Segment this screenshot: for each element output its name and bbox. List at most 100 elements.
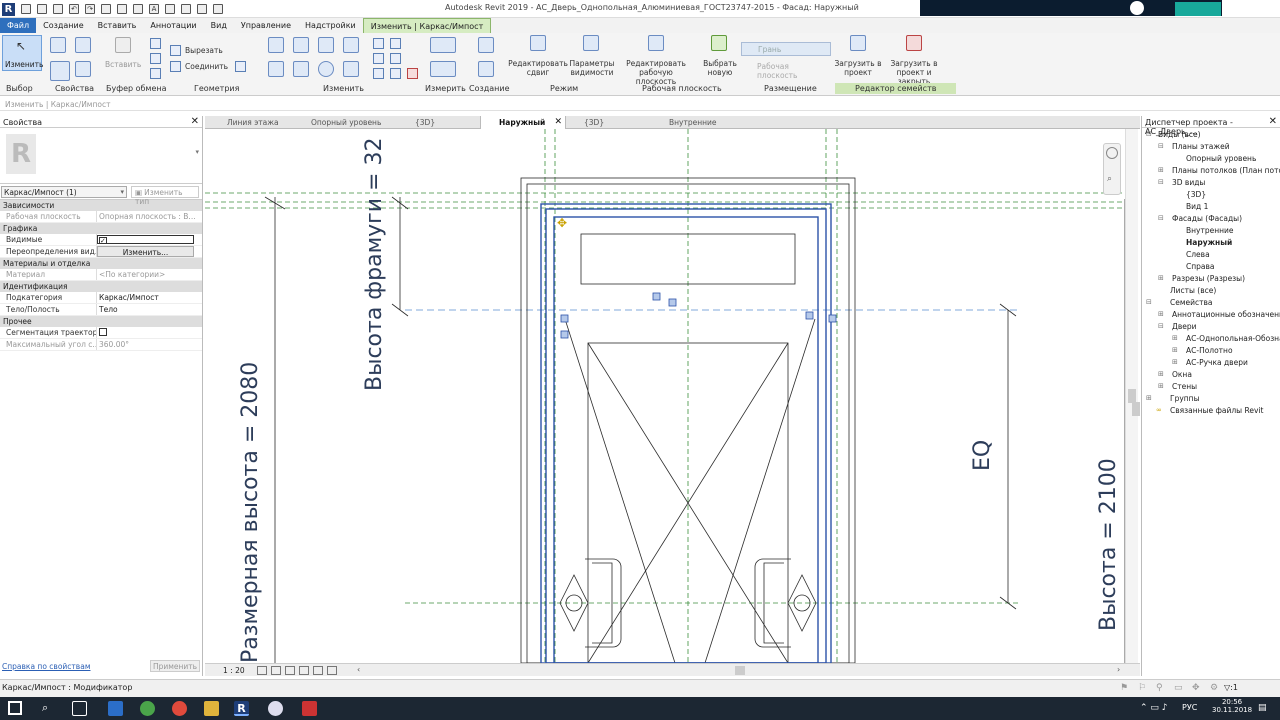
view-tab-3d-2[interactable]: {3D} <box>566 116 652 129</box>
detail-level-icon[interactable] <box>257 666 267 675</box>
apply-button[interactable]: Применить <box>150 660 200 672</box>
section-identity[interactable]: Идентификация <box>0 281 202 292</box>
edit-type-button[interactable]: ▣ Изменить тип <box>131 186 199 206</box>
align-icon[interactable] <box>268 37 284 53</box>
paste-button[interactable]: Вставить <box>105 60 141 69</box>
tree-item-walls[interactable]: Стены <box>1172 382 1197 391</box>
tab-addins[interactable]: Надстройки <box>298 18 363 33</box>
undo-icon[interactable]: ↶ <box>69 4 79 14</box>
tree-item-right[interactable]: Справа <box>1186 262 1215 271</box>
tree-item-annotation-symbols[interactable]: Аннотационные обозначени... <box>1172 310 1280 319</box>
expand-icon[interactable]: ⊞ <box>1172 358 1178 366</box>
section-materials[interactable]: Материалы и отделка <box>0 258 202 269</box>
dim-label-transom[interactable]: Высота фрамуги = 32 <box>362 138 387 391</box>
drawing-canvas[interactable]: ✥ Высота фрамуги = 32 Размерная высота =… <box>205 129 1140 663</box>
create-similar-icon[interactable] <box>478 37 494 53</box>
visible-checkbox-cell[interactable]: ✓ <box>97 235 194 244</box>
copy-move-icon[interactable] <box>293 61 309 77</box>
filter-count[interactable]: ▽:1 <box>1224 683 1238 692</box>
expand-icon[interactable]: ⊞ <box>1158 382 1164 390</box>
zoom-icon[interactable]: ⌕ <box>1107 174 1112 184</box>
expand-icon[interactable]: ⊞ <box>1172 334 1178 342</box>
dimension-icon[interactable] <box>133 4 143 14</box>
face-button[interactable]: Грань <box>741 42 831 56</box>
load-and-close-button[interactable]: Загрузить в проект и закрыть <box>880 59 948 86</box>
scroll-right-icon[interactable]: › <box>1117 665 1120 674</box>
family-types-icon[interactable] <box>75 37 91 53</box>
tab-insert[interactable]: Вставить <box>91 18 144 33</box>
search-icon[interactable]: ⌕ <box>42 701 57 716</box>
create-group-icon[interactable] <box>478 61 494 77</box>
tree-item-view1[interactable]: Вид 1 <box>1186 202 1208 211</box>
offset-icon[interactable] <box>293 37 309 53</box>
close-icon[interactable]: ✕ <box>191 116 199 127</box>
load-into-project-button[interactable]: Загрузить в проект <box>834 59 882 77</box>
scrollbar-thumb[interactable] <box>1128 389 1136 403</box>
tree-item-sheets[interactable]: Листы (все) <box>1170 286 1216 295</box>
tab-modify-mullion[interactable]: Изменить | Каркас/Импост <box>362 18 492 33</box>
tab-file[interactable]: Файл <box>0 18 37 33</box>
trim-icon[interactable] <box>343 61 359 77</box>
shadows-icon[interactable] <box>299 666 309 675</box>
tab-view[interactable]: Вид <box>204 18 234 33</box>
split-icon[interactable] <box>373 38 384 49</box>
prop-value[interactable]: Каркас/Импост <box>97 292 202 303</box>
expand-icon[interactable]: ⊞ <box>1158 370 1164 378</box>
pick-new-button[interactable]: Выбрать новую <box>700 59 740 77</box>
clock[interactable]: 20:56 30.11.2018 <box>1212 698 1252 714</box>
unpin-icon[interactable] <box>390 68 401 79</box>
crop-view-icon[interactable] <box>313 666 323 675</box>
scroll-left-icon[interactable]: ‹ <box>357 665 360 674</box>
collapse-icon[interactable]: ⊟ <box>1146 298 1152 306</box>
tree-item-groups[interactable]: Группы <box>1170 394 1200 403</box>
copy-icon[interactable] <box>150 53 161 64</box>
visibility-settings-icon[interactable] <box>583 35 599 51</box>
switch-windows-icon[interactable] <box>213 4 223 14</box>
section-other[interactable]: Прочее <box>0 316 202 327</box>
expand-icon[interactable]: ⊞ <box>1172 346 1178 354</box>
select-underlay-icon[interactable]: ⚐ <box>1138 683 1146 693</box>
checkbox-checked-icon[interactable]: ✓ <box>99 237 107 243</box>
properties-icon[interactable] <box>50 61 70 81</box>
select-by-face-icon[interactable]: ▭ <box>1174 683 1183 693</box>
expand-icon[interactable]: ⊞ <box>1158 274 1164 282</box>
elevation-drawing[interactable]: ✥ Высота фрамуги = 32 Размерная высота =… <box>205 129 1140 663</box>
sun-path-icon[interactable] <box>285 666 295 675</box>
match-icon[interactable] <box>150 68 161 79</box>
tree-item-families[interactable]: Семейства <box>1170 298 1213 307</box>
dim-label-height[interactable]: Высота = 2100 <box>1096 458 1121 631</box>
tab-annotate[interactable]: Аннотации <box>143 18 203 33</box>
close-icon[interactable]: ✕ <box>1269 116 1277 127</box>
horizontal-scroll-thumb[interactable] <box>735 666 745 675</box>
chrome-icon[interactable] <box>172 701 187 716</box>
notification-icon[interactable]: ▤ <box>1258 703 1267 713</box>
group-select[interactable]: Выбор <box>6 84 33 93</box>
revit-logo[interactable]: R <box>2 2 15 16</box>
tree-item-exterior[interactable]: Наружный <box>1186 238 1232 247</box>
workplane-placement-button[interactable]: Рабочая плоскость <box>741 60 831 80</box>
collapse-icon[interactable]: ⊟ <box>1146 130 1152 138</box>
tree-item-revit-links[interactable]: Связанные файлы Revit <box>1170 406 1263 415</box>
save-icon[interactable] <box>37 4 47 14</box>
cut-geometry-button[interactable]: Вырезать <box>185 46 223 55</box>
tree-item-windows[interactable]: Окна <box>1172 370 1192 379</box>
type-properties-icon[interactable] <box>50 37 66 53</box>
prop-value[interactable]: <По категории> <box>97 269 202 280</box>
collapse-icon[interactable]: ⊟ <box>1158 322 1164 330</box>
visibility-settings-button[interactable]: Параметры видимости <box>567 59 617 77</box>
thin-lines-icon[interactable] <box>197 4 207 14</box>
text-icon[interactable]: A <box>149 4 159 14</box>
taskbar-app-icon[interactable] <box>108 701 123 716</box>
tree-item-ceiling-plans[interactable]: Планы потолков (План потолк... <box>1172 166 1280 175</box>
sync-icon[interactable] <box>53 4 63 14</box>
view-scale[interactable]: 1 : 20 <box>223 666 245 675</box>
print-icon[interactable] <box>101 4 111 14</box>
pin-icon[interactable] <box>373 68 384 79</box>
select-pinned-icon[interactable]: ⚲ <box>1156 683 1163 693</box>
split-gap-icon[interactable] <box>390 38 401 49</box>
input-language[interactable]: РУС <box>1182 703 1197 712</box>
background-process-icon[interactable]: ⚙ <box>1210 683 1218 693</box>
chevron-down-icon[interactable]: ▾ <box>195 148 199 156</box>
delete-icon[interactable] <box>407 68 418 79</box>
section-icon[interactable] <box>181 4 191 14</box>
